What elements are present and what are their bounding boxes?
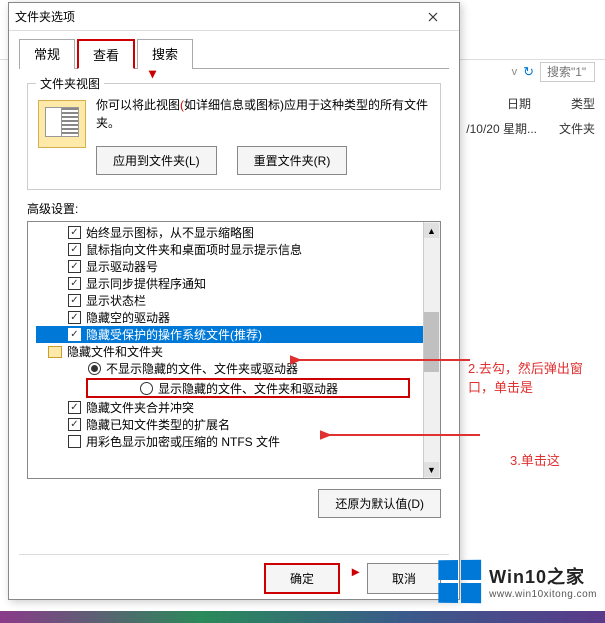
explorer-nav-right: v ↻	[512, 62, 595, 82]
folder-view-icon	[38, 100, 86, 148]
annotation-marker-ok: ▸	[352, 563, 359, 594]
close-icon	[428, 12, 438, 22]
tree-item-label: 显示驱动器号	[86, 258, 158, 275]
radio[interactable]	[88, 362, 101, 375]
tree-item-4[interactable]: 显示状态栏	[36, 292, 440, 309]
scroll-down-icon[interactable]: ▼	[424, 462, 439, 477]
apply-to-folders-button[interactable]: 应用到文件夹(L)	[96, 146, 217, 175]
tree-item-5[interactable]: 隐藏空的驱动器	[36, 309, 440, 326]
tree-item-3[interactable]: 显示同步提供程序通知	[36, 275, 440, 292]
checkbox[interactable]	[68, 328, 81, 341]
folder-options-dialog: 文件夹选项 常规 查看 搜索 ▾ 文件夹视图 你可以将此视图(如详细信息或图标)…	[8, 2, 460, 600]
taskbar	[0, 611, 605, 623]
tree-item-10[interactable]: 隐藏文件夹合并冲突	[36, 399, 440, 416]
scroll-thumb[interactable]	[424, 312, 439, 372]
scroll-up-icon[interactable]: ▲	[424, 223, 439, 238]
tab-general[interactable]: 常规	[19, 39, 75, 69]
tree-item-0[interactable]: 始终显示图标，从不显示缩略图	[36, 224, 440, 241]
col-date[interactable]: 日期	[507, 95, 531, 112]
tree-item-1[interactable]: 鼠标指向文件夹和桌面项时显示提示信息	[36, 241, 440, 258]
watermark-logo: Win10之家 www.win10xitong.com	[438, 560, 597, 603]
checkbox[interactable]	[68, 435, 81, 448]
close-button[interactable]	[413, 5, 453, 29]
tree-item-6[interactable]: 隐藏受保护的操作系统文件(推荐)	[36, 326, 440, 343]
cancel-button[interactable]: 取消	[367, 563, 441, 594]
checkbox[interactable]	[68, 243, 81, 256]
tree-item-label: 隐藏空的驱动器	[86, 309, 170, 326]
annotation-text-2: 2.去勾，然后弹出窗口，单击是	[468, 358, 605, 396]
annotation-marker-tab: ▾	[149, 65, 156, 82]
checkbox[interactable]	[68, 277, 81, 290]
tree-item-label: 显示隐藏的文件、文件夹和驱动器	[158, 380, 338, 397]
search-input[interactable]	[540, 62, 595, 82]
folder-icon	[48, 346, 62, 358]
refresh-icon[interactable]: ↻	[523, 64, 534, 80]
reset-folders-button[interactable]: 重置文件夹(R)	[237, 146, 348, 175]
tree-item-11[interactable]: 隐藏已知文件类型的扩展名	[36, 416, 440, 433]
radio[interactable]	[140, 382, 153, 395]
row-type: 文件夹	[559, 120, 595, 137]
tree-item-label: 鼠标指向文件夹和桌面项时显示提示信息	[86, 241, 302, 258]
scrollbar: ▲ ▼	[423, 222, 440, 478]
address-dropdown-icon[interactable]: v	[512, 66, 518, 78]
logo-text: Win10之家	[489, 563, 585, 589]
windows-logo-icon	[438, 560, 481, 603]
tabs: 常规 查看 搜索	[19, 39, 449, 69]
tree-item-9[interactable]: 显示隐藏的文件、文件夹和驱动器	[86, 378, 410, 398]
checkbox[interactable]	[68, 418, 81, 431]
tree-item-label: 隐藏已知文件类型的扩展名	[86, 416, 230, 433]
checkbox[interactable]	[68, 401, 81, 414]
tree-item-label: 隐藏受保护的操作系统文件(推荐)	[86, 326, 262, 343]
row-date: /10/20 星期...	[466, 120, 537, 137]
col-type[interactable]: 类型	[571, 95, 595, 112]
advanced-label: 高级设置:	[27, 200, 441, 217]
tree-item-label: 用彩色显示加密或压缩的 NTFS 文件	[86, 433, 280, 450]
explorer-columns: 日期 类型	[507, 95, 595, 112]
dialog-title: 文件夹选项	[15, 8, 413, 25]
tab-view[interactable]: 查看	[77, 39, 135, 69]
tree-item-label: 隐藏文件夹合并冲突	[86, 399, 194, 416]
tree-item-label: 不显示隐藏的文件、文件夹或驱动器	[106, 360, 298, 377]
explorer-row[interactable]: /10/20 星期... 文件夹	[466, 120, 595, 137]
tree-item-label: 始终显示图标，从不显示缩略图	[86, 224, 254, 241]
tab-search[interactable]: 搜索	[137, 39, 193, 69]
dialog-buttons: 确定 ▸ 取消	[19, 554, 449, 594]
logo-url: www.win10xitong.com	[489, 589, 597, 600]
tree-item-8[interactable]: 不显示隐藏的文件、文件夹或驱动器	[36, 360, 440, 377]
titlebar: 文件夹选项	[9, 3, 459, 31]
tree-item-label: 显示同步提供程序通知	[86, 275, 206, 292]
checkbox[interactable]	[68, 260, 81, 273]
folder-view-desc: 你可以将此视图(如详细信息或图标)应用于这种类型的所有文件夹。	[96, 96, 430, 132]
checkbox[interactable]	[68, 294, 81, 307]
tree-item-2[interactable]: 显示驱动器号	[36, 258, 440, 275]
ok-button[interactable]: 确定	[264, 563, 340, 594]
tree-item-12[interactable]: 用彩色显示加密或压缩的 NTFS 文件	[36, 433, 440, 450]
folder-view-group: 文件夹视图 你可以将此视图(如详细信息或图标)应用于这种类型的所有文件夹。 应用…	[27, 83, 441, 190]
tree-item-label: 隐藏文件和文件夹	[67, 343, 163, 360]
checkbox[interactable]	[68, 226, 81, 239]
group-label: 文件夹视图	[36, 75, 104, 92]
checkbox[interactable]	[68, 311, 81, 324]
advanced-tree: 始终显示图标，从不显示缩略图鼠标指向文件夹和桌面项时显示提示信息显示驱动器号显示…	[27, 221, 441, 479]
tree-item-7[interactable]: 隐藏文件和文件夹	[36, 343, 440, 360]
annotation-text-3: 3.单击这	[510, 450, 560, 469]
tree-item-label: 显示状态栏	[86, 292, 146, 309]
restore-defaults-button[interactable]: 还原为默认值(D)	[318, 489, 441, 518]
